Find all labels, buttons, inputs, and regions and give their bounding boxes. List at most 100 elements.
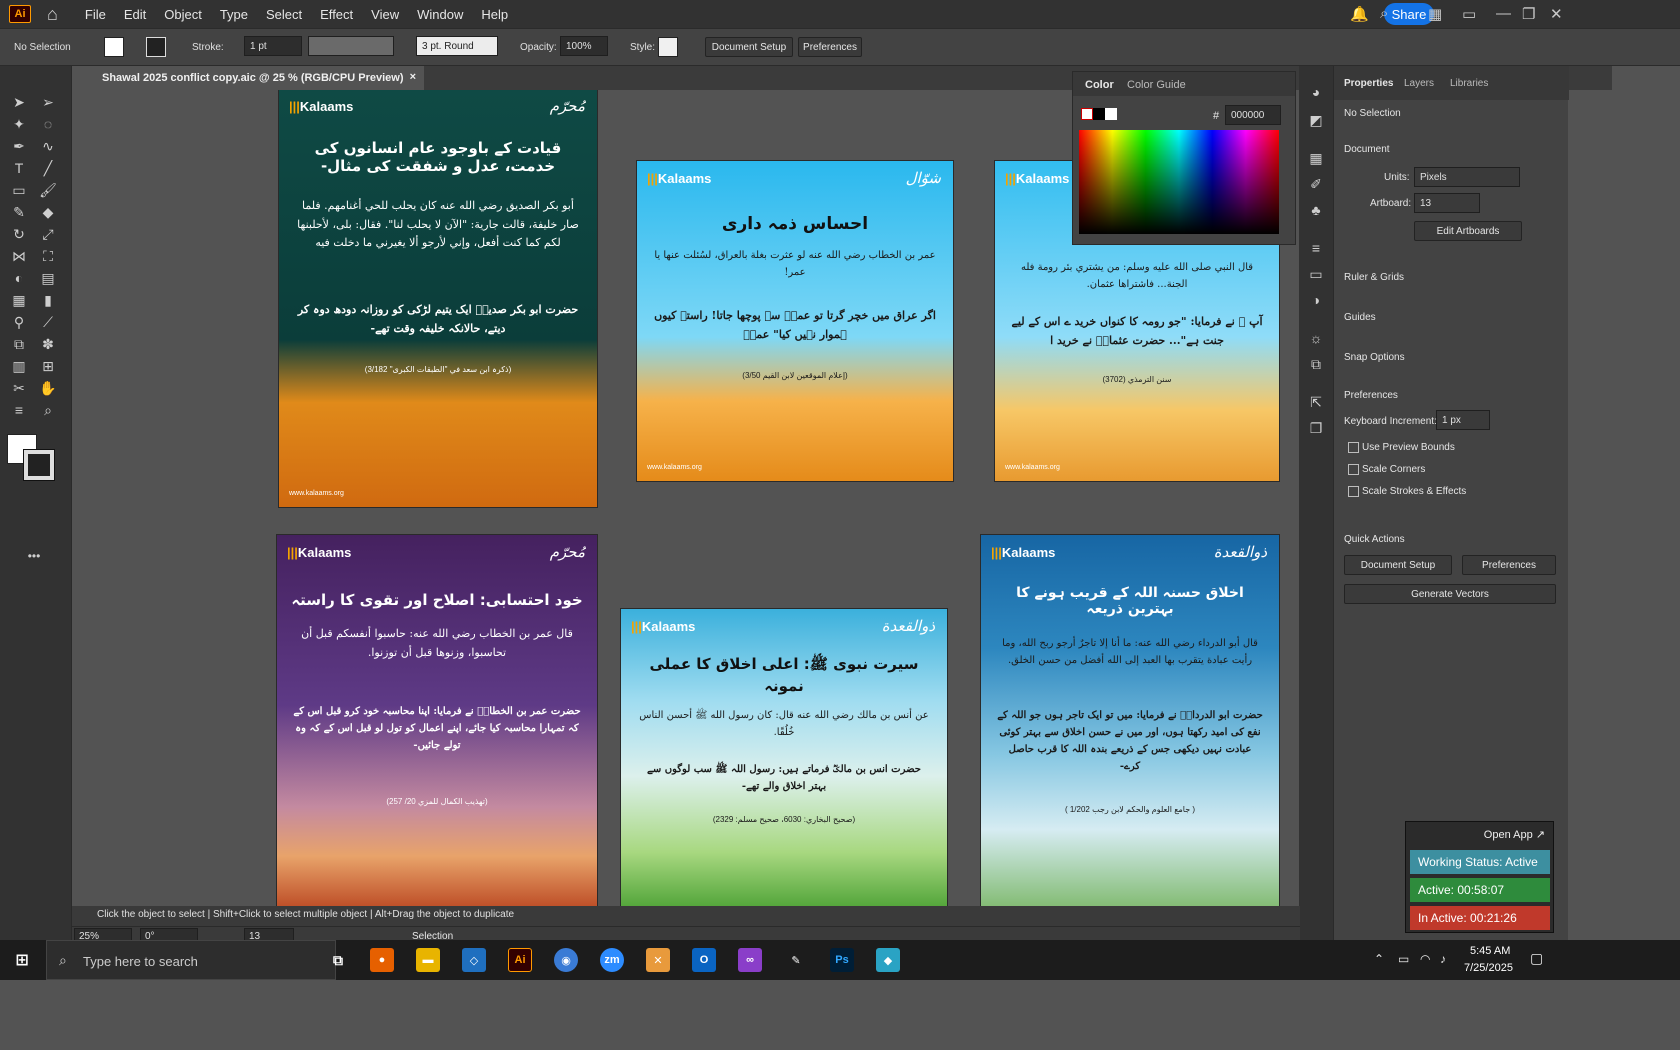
mesh-tool-icon[interactable]: ▦ — [9, 290, 29, 310]
opacity-field[interactable]: 100% — [560, 36, 608, 56]
tab-properties[interactable]: Properties — [1344, 78, 1393, 89]
fill-swatch[interactable] — [104, 37, 124, 57]
app-icon[interactable]: ◆ — [876, 948, 900, 972]
white-swatch[interactable] — [1105, 108, 1117, 120]
artboard-card[interactable]: |||Kalaams شوّال احساس ذمہ داری عمر بن ا… — [636, 160, 954, 482]
curvature-tool-icon[interactable]: ∿ — [38, 136, 58, 156]
artboards-panel-icon[interactable]: ❐ — [1306, 418, 1326, 438]
menu-object[interactable]: Object — [155, 7, 211, 22]
eyedropper-icon[interactable]: ⚲ — [9, 312, 29, 332]
free-transform-icon[interactable]: ⛶ — [38, 246, 58, 266]
stroke-panel-icon[interactable]: ≡ — [1306, 238, 1326, 258]
width-tool-icon[interactable]: ⋈ — [9, 246, 29, 266]
keyboard-increment-field[interactable]: 1 px — [1436, 410, 1490, 430]
line-tool-icon[interactable]: ╱ — [38, 158, 58, 178]
shaper-tool-icon[interactable]: ✎ — [9, 202, 29, 222]
color-spectrum[interactable] — [1079, 130, 1279, 234]
style-swatch[interactable] — [658, 37, 678, 57]
network-icon[interactable]: ▭ — [1398, 952, 1409, 966]
document-setup-button[interactable]: Document Setup — [1344, 555, 1452, 575]
brushes-icon[interactable]: ✐ — [1306, 174, 1326, 194]
search-icon[interactable]: ⌕ — [1380, 5, 1388, 22]
artboard-dropdown[interactable]: 13 — [1414, 193, 1480, 213]
libraries-icon[interactable]: ▦ — [1306, 148, 1326, 168]
layers-icon[interactable]: ⧉ — [1306, 354, 1326, 374]
file-explorer-icon[interactable]: ▬ — [416, 948, 440, 972]
edit-artboards-button[interactable]: Edit Artboards — [1414, 221, 1522, 241]
firefox-icon[interactable]: ● — [370, 948, 394, 972]
menu-window[interactable]: Window — [408, 7, 472, 22]
lasso-icon[interactable]: ◌ — [38, 114, 58, 134]
measure-icon[interactable]: ⟋ — [38, 312, 58, 332]
stroke-weight-field[interactable]: 1 pt — [244, 36, 302, 56]
document-tab[interactable]: Shawal 2025 conflict copy.aic @ 25 % (RG… — [72, 66, 424, 90]
creative-cloud-icon[interactable]: ∞ — [738, 948, 762, 972]
direct-selection-tool-icon[interactable]: ➢ — [38, 92, 58, 112]
eraser-tool-icon[interactable]: ◆ — [38, 202, 58, 222]
chrome-icon[interactable]: ◉ — [554, 948, 578, 972]
outlook-icon[interactable]: O — [692, 948, 716, 972]
minimize-icon[interactable]: — — [1496, 5, 1511, 22]
artboard-tool-icon[interactable]: ⊞ — [38, 356, 58, 376]
brush-dropdown[interactable]: 3 pt. Round — [416, 36, 498, 56]
units-dropdown[interactable]: Pixels — [1414, 167, 1520, 187]
tab-color-guide[interactable]: Color Guide — [1127, 79, 1186, 91]
arrange-icon[interactable]: ▭ — [1462, 5, 1476, 23]
preferences-button[interactable]: Preferences — [798, 37, 862, 57]
notifications-icon[interactable]: ▢ — [1530, 950, 1543, 967]
tab-color[interactable]: Color — [1085, 79, 1114, 91]
symbol-sprayer-icon[interactable]: ✽ — [38, 334, 58, 354]
open-app-link[interactable]: Open App ↗ — [1484, 828, 1545, 841]
hex-input[interactable]: 000000 — [1225, 105, 1281, 125]
stroke-swatch[interactable] — [146, 37, 166, 57]
pen-app-icon[interactable]: ✎ — [784, 948, 808, 972]
variable-width-dropdown[interactable] — [308, 36, 394, 56]
scale-tool-icon[interactable]: ⤢ — [38, 224, 58, 244]
selection-tool-icon[interactable]: ➤ — [9, 92, 29, 112]
perspective-grid-icon[interactable]: ▤ — [38, 268, 58, 288]
slice-tool-icon[interactable]: ✂ — [9, 378, 29, 398]
close-tab-icon[interactable]: × — [410, 71, 416, 83]
export-icon[interactable]: ⇱ — [1306, 392, 1326, 412]
volume-icon[interactable]: ♪ — [1440, 952, 1446, 966]
tab-layers[interactable]: Layers — [1404, 78, 1434, 89]
tray-chevron-icon[interactable]: ⌃ — [1374, 952, 1384, 966]
black-swatch[interactable] — [1093, 108, 1105, 120]
illustrator-taskbar-icon[interactable]: Ai — [508, 948, 532, 972]
restore-icon[interactable]: ❐ — [1522, 5, 1535, 23]
workspace-icon[interactable]: ▦ — [1428, 5, 1442, 23]
rectangle-tool-icon[interactable]: ▭ — [9, 180, 29, 200]
transparency-icon[interactable]: ◑ — [1306, 290, 1326, 310]
use-preview-bounds-checkbox[interactable] — [1348, 442, 1359, 453]
clock-time[interactable]: 5:45 AM — [1470, 945, 1510, 957]
close-icon[interactable]: ✕ — [1550, 5, 1563, 23]
menu-help[interactable]: Help — [472, 7, 517, 22]
home-icon[interactable]: ⌂ — [47, 4, 58, 25]
stroke-color-box[interactable] — [23, 449, 55, 481]
scale-corners-checkbox[interactable] — [1348, 464, 1359, 475]
zoom-tool-icon[interactable]: ⌕ — [38, 400, 58, 420]
gradient-panel-icon[interactable]: ▭ — [1306, 264, 1326, 284]
document-setup-button[interactable]: Document Setup — [705, 37, 793, 57]
artboard-card[interactable]: |||Kalaams ذوالقعدة سیرت نبوی ﷺ: اعلی اخ… — [620, 608, 948, 914]
taskbar-search[interactable]: ⌕ Type here to search — [46, 940, 336, 980]
image-icon[interactable]: ◩ — [1306, 110, 1326, 130]
artboard-card[interactable]: |||Kalaams مُحرّم قیادت کے باوجود عام ان… — [278, 90, 598, 508]
more-tools-icon[interactable]: ••• — [24, 546, 44, 566]
none-swatch[interactable] — [1081, 108, 1093, 120]
zoom-app-icon[interactable]: zm — [600, 948, 624, 972]
pen-tool-icon[interactable]: ✒ — [9, 136, 29, 156]
menu-type[interactable]: Type — [211, 7, 257, 22]
clock-date[interactable]: 7/25/2025 — [1464, 962, 1513, 974]
tab-libraries[interactable]: Libraries — [1450, 78, 1488, 89]
shape-builder-icon[interactable]: ◐ — [9, 268, 29, 288]
wifi-icon[interactable]: ◠ — [1420, 952, 1430, 966]
vscode-icon[interactable]: ◇ — [462, 948, 486, 972]
share-button[interactable]: Share — [1384, 3, 1434, 25]
menu-file[interactable]: File — [76, 7, 115, 22]
align-icon[interactable]: ≡ — [9, 400, 29, 420]
bell-icon[interactable]: 🔔 — [1350, 5, 1369, 23]
blend-tool-icon[interactable]: ⧉ — [9, 334, 29, 354]
symbols-icon[interactable]: ♣ — [1306, 200, 1326, 220]
preferences-button[interactable]: Preferences — [1462, 555, 1556, 575]
